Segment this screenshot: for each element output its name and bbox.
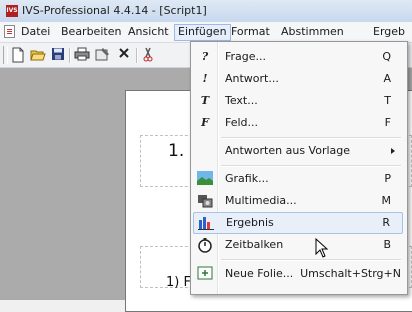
menu-item-ergebnis[interactable]: Ergebnis R (193, 212, 403, 234)
menu-item-label: Zeitbalken (225, 238, 284, 251)
window-title: IVS-Professional 4.4.14 - [Script1] (22, 4, 207, 17)
shortcut-label: P (384, 172, 391, 185)
image-icon (197, 171, 213, 187)
save-icon[interactable] (50, 47, 66, 63)
toolbar-separator (69, 48, 71, 63)
mouse-cursor-icon (315, 238, 329, 258)
cut-icon[interactable] (140, 47, 156, 63)
menu-ergebnis[interactable]: Ergeb (370, 25, 408, 41)
field-icon: F (201, 116, 209, 129)
menu-format[interactable]: Format (228, 25, 273, 41)
menu-abstimmen[interactable]: Abstimmen (278, 25, 347, 41)
toolbar-separator (136, 48, 138, 63)
shortcut-label: F (384, 116, 391, 129)
menu-separator (221, 259, 401, 261)
shortcut-label: Umschalt+Strg+N (300, 267, 401, 280)
shortcut-label: R (382, 216, 390, 229)
menu-item-label: Neue Folie... (225, 267, 294, 280)
menu-item-label: Antworten aus Vorlage (225, 144, 351, 157)
print-icon[interactable] (74, 47, 90, 63)
menu-item-label: Feld... (225, 116, 259, 129)
shortcut-label: M (381, 194, 392, 207)
shortcut-label: T (384, 94, 391, 107)
slide-heading: 1. (168, 141, 185, 161)
menu-item-grafik[interactable]: Grafik... P (193, 168, 403, 190)
shortcut-label: Q (382, 50, 391, 63)
menu-item-multimedia[interactable]: Multimedia... M (193, 190, 403, 212)
properties-icon[interactable] (95, 47, 111, 63)
menu-einfuegen[interactable]: Einfügen (174, 24, 231, 41)
menu-item-label: Grafik... (225, 172, 269, 185)
bar-chart-icon (198, 216, 214, 232)
delete-icon[interactable] (116, 47, 132, 63)
menu-item-antwort[interactable]: ! Antwort... A (193, 68, 403, 90)
new-slide-icon (197, 266, 213, 282)
shortcut-label: A (383, 72, 391, 85)
menu-item-feld[interactable]: F Feld... F (193, 112, 403, 134)
menu-item-frage[interactable]: ? Frage... Q (193, 46, 403, 68)
multimedia-icon (197, 193, 213, 209)
menu-item-label: Multimedia... (225, 194, 297, 207)
toolbar-grip[interactable] (3, 46, 8, 64)
text-icon: T (200, 94, 210, 107)
app-icon: IVS (6, 5, 18, 17)
menu-item-label: Text... (225, 94, 258, 107)
menu-item-antworten-aus-vorlage[interactable]: Antworten aus Vorlage (193, 140, 403, 162)
menu-separator (221, 165, 401, 167)
question-icon: ? (201, 50, 209, 63)
slide-answer-label: 1) F (166, 275, 191, 290)
document-icon[interactable] (4, 25, 15, 38)
title-bar: IVS IVS-Professional 4.4.14 - [Script1] (0, 0, 412, 23)
submenu-arrow-icon (391, 148, 395, 154)
menu-bar: Datei Bearbeiten Ansicht Einfügen Format… (0, 22, 412, 43)
menu-datei[interactable]: Datei (18, 25, 53, 41)
shortcut-label: B (383, 238, 391, 251)
menu-separator (221, 137, 401, 139)
menu-ansicht[interactable]: Ansicht (125, 25, 172, 41)
menu-item-label: Frage... (225, 50, 267, 63)
exclamation-icon: ! (202, 72, 208, 85)
menu-item-neue-folie[interactable]: Neue Folie... Umschalt+Strg+N (193, 263, 403, 285)
insert-menu-dropdown: ? Frage... Q ! Antwort... A T Text... T … (190, 41, 408, 295)
new-icon[interactable] (10, 47, 26, 63)
menu-item-label: Antwort... (225, 72, 279, 85)
menu-item-label: Ergebnis (226, 216, 274, 229)
menu-item-zeitbalken[interactable]: Zeitbalken B (193, 234, 403, 256)
menu-bearbeiten[interactable]: Bearbeiten (58, 25, 124, 41)
stopwatch-icon (197, 237, 213, 253)
open-icon[interactable] (30, 47, 46, 63)
menu-item-text[interactable]: T Text... T (193, 90, 403, 112)
